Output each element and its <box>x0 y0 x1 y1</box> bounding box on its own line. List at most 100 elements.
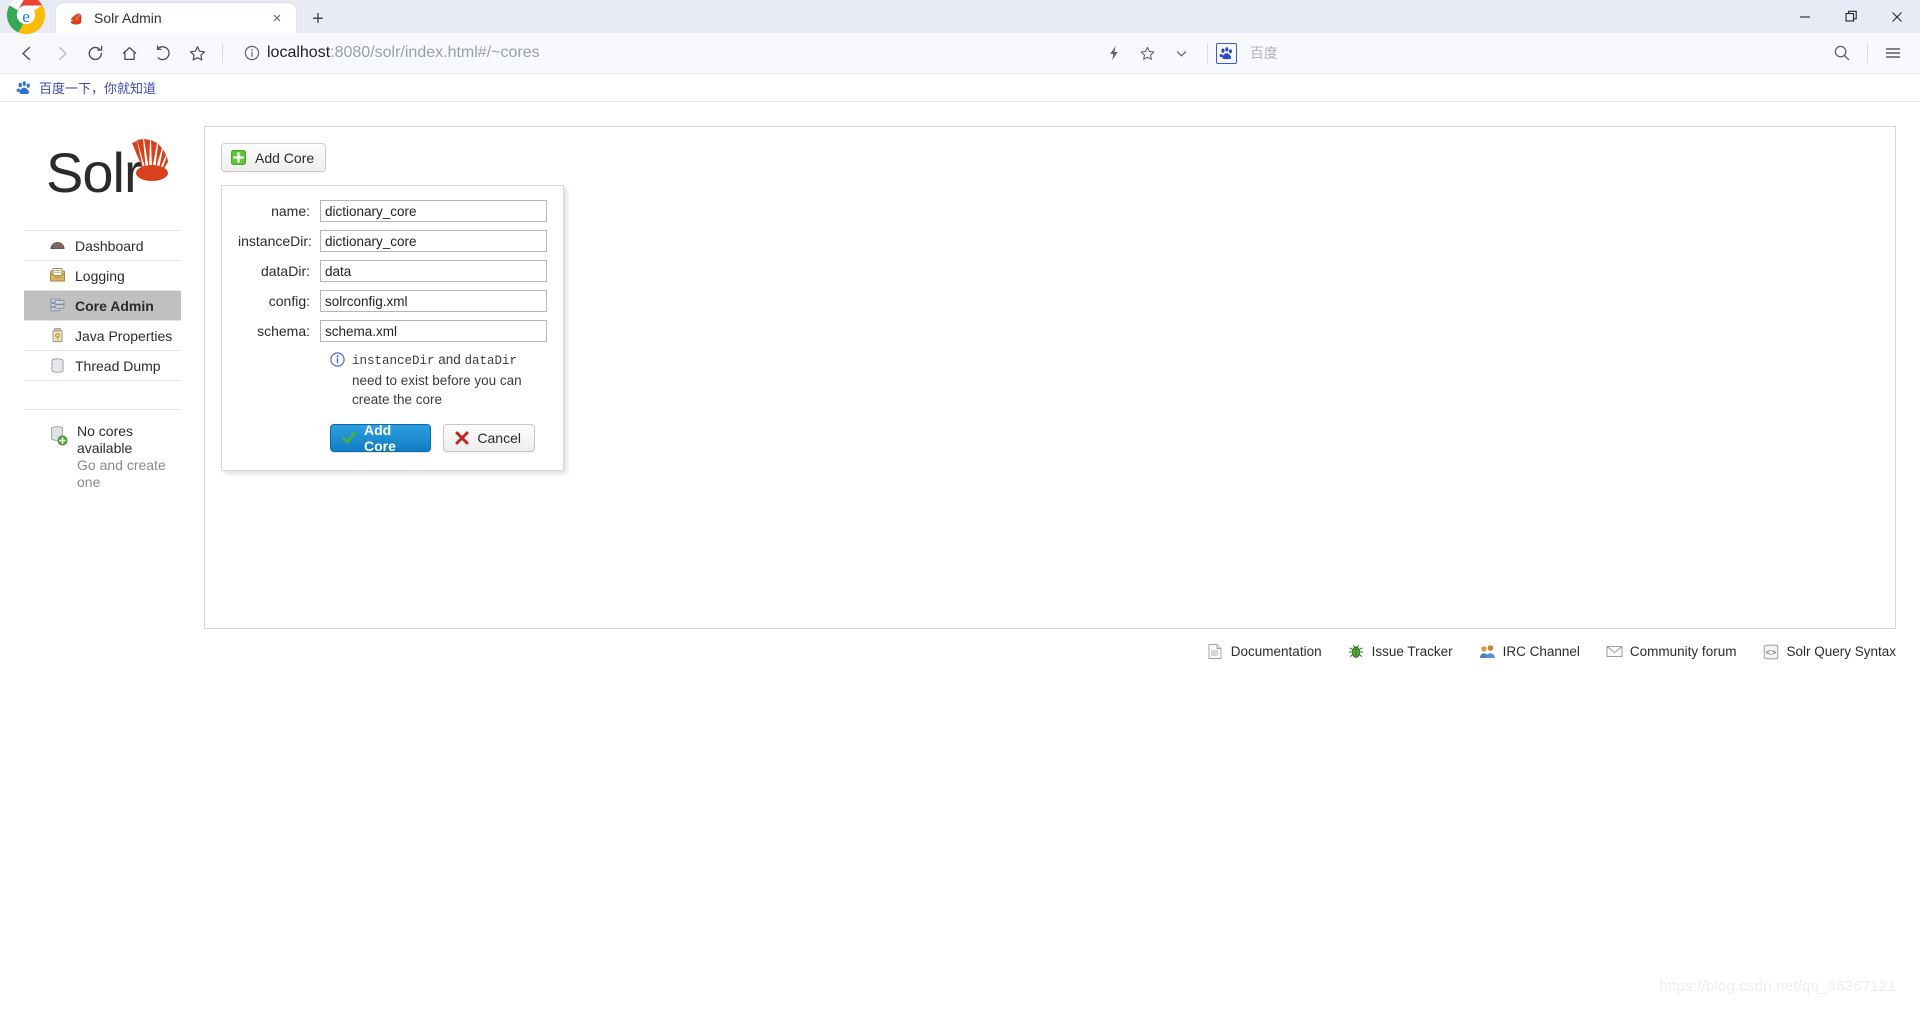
solr-admin-app: Solr Dashboard Logging Core Admin Java P… <box>0 102 1920 660</box>
reload-arrow-icon[interactable] <box>78 36 112 70</box>
window-controls <box>1782 0 1920 33</box>
browser-toolbar: localhost:8080/solr/index.html#/~cores 百… <box>0 33 1920 74</box>
footer-links: Documentation Issue Tracker IRC Channel … <box>181 629 1920 660</box>
hint-code-instancedir: instanceDir <box>352 354 435 368</box>
sidebar-item-logging[interactable]: Logging <box>24 261 181 291</box>
footer-link-label: Issue Tracker <box>1371 644 1453 659</box>
browser-tab-solr-admin[interactable]: Solr Admin × <box>56 3 296 33</box>
add-core-submit-label: Add Core <box>364 422 396 454</box>
hamburger-menu-icon[interactable] <box>1876 36 1910 70</box>
chevron-down-icon[interactable] <box>1165 36 1199 70</box>
bookmark-item[interactable]: 百度一下，你就知道 <box>10 76 162 99</box>
star-icon[interactable] <box>1131 36 1165 70</box>
browser-titlebar: e Solr Admin × + <box>0 0 1920 34</box>
form-row-instancedir: instanceDir: <box>238 230 547 252</box>
footer-link-documentation[interactable]: Documentation <box>1207 643 1322 660</box>
browser-logo-icon: e <box>6 0 50 39</box>
field-label-schema: schema: <box>257 323 310 339</box>
url-host: localhost <box>267 44 331 61</box>
toolbar-divider-3 <box>1867 43 1869 63</box>
field-label-config: config: <box>268 293 310 309</box>
schema-field[interactable] <box>320 320 547 342</box>
solr-logo[interactable]: Solr <box>46 136 181 208</box>
window-close-button[interactable] <box>1874 0 1920 33</box>
field-label-instancedir: instanceDir: <box>238 233 312 249</box>
bookmarks-bar: 百度一下，你就知道 <box>0 74 1920 102</box>
form-row-schema: schema: <box>238 320 547 342</box>
dashboard-icon <box>49 237 66 254</box>
sidebar: Solr Dashboard Logging Core Admin Java P… <box>24 126 181 660</box>
core-admin-icon <box>49 297 66 314</box>
window-minimize-button[interactable] <box>1782 0 1828 33</box>
address-bar[interactable]: localhost:8080/solr/index.html#/~cores <box>235 37 1093 69</box>
core-add-icon <box>49 425 68 446</box>
form-hint-text: instanceDir and dataDir need to exist be… <box>352 350 547 409</box>
tab-close-icon[interactable]: × <box>268 9 286 27</box>
add-core-toolbar-label: Add Core <box>255 149 315 166</box>
sidebar-item-core-admin[interactable]: Core Admin <box>24 291 181 321</box>
baidu-paw-icon <box>1217 44 1236 63</box>
add-core-toolbar-button[interactable]: Add Core <box>221 143 327 172</box>
sidebar-item-java-properties[interactable]: Java Properties <box>24 321 181 351</box>
sidebar-cores-status[interactable]: No cores available Go and create one <box>24 409 181 491</box>
hint-mid: and <box>434 352 465 367</box>
search-icon[interactable] <box>1825 36 1859 70</box>
info-circle-icon[interactable] <box>241 42 263 64</box>
sidebar-item-label: Dashboard <box>75 237 144 254</box>
url-path: :8080/solr/index.html#/~cores <box>330 44 540 61</box>
bookmark-star-icon[interactable] <box>180 36 214 70</box>
toolbar-divider <box>222 43 223 63</box>
new-tab-button[interactable]: + <box>302 5 334 33</box>
form-buttons: Add Core Cancel <box>330 422 547 454</box>
search-engine-label: 百度 <box>1249 45 1278 61</box>
hint-tail: need to exist before you can create the … <box>352 373 522 407</box>
instancedir-field[interactable] <box>320 230 547 252</box>
sidebar-item-label: Java Properties <box>75 327 173 344</box>
field-label-datadir: dataDir: <box>260 263 310 279</box>
form-hint: instanceDir and dataDir need to exist be… <box>330 350 547 409</box>
datadir-field[interactable] <box>320 260 547 282</box>
green-plus-icon <box>230 149 247 166</box>
config-field[interactable] <box>320 290 547 312</box>
cancel-label: Cancel <box>477 430 521 446</box>
footer-link-label: Documentation <box>1230 644 1322 659</box>
home-icon[interactable] <box>112 36 146 70</box>
cancel-button[interactable]: Cancel <box>443 424 535 452</box>
cores-status-subtitle: Go and create one <box>77 457 166 490</box>
solr-favicon <box>66 10 83 27</box>
window-restore-button[interactable] <box>1828 0 1874 33</box>
forward-arrow-icon[interactable] <box>44 36 78 70</box>
add-core-form: name: instanceDir: dataDir: conf <box>221 185 564 471</box>
add-core-submit-button[interactable]: Add Core <box>330 422 432 454</box>
envelope-icon <box>1606 643 1623 660</box>
java-properties-icon <box>49 327 66 344</box>
form-row-datadir: dataDir: <box>238 260 547 282</box>
footer-link-community-forum[interactable]: Community forum <box>1606 643 1737 660</box>
back-arrow-icon[interactable] <box>10 36 44 70</box>
footer-link-issue-tracker[interactable]: Issue Tracker <box>1348 643 1453 660</box>
red-x-icon <box>454 430 470 446</box>
sidebar-item-thread-dump[interactable]: Thread Dump <box>24 351 181 381</box>
history-back-icon[interactable] <box>146 36 180 70</box>
footer-link-solr-query-syntax[interactable]: <> Solr Query Syntax <box>1762 643 1896 660</box>
sidebar-item-label: Core Admin <box>75 297 154 314</box>
search-engine-chip[interactable] <box>1215 42 1237 64</box>
sidebar-menu: Dashboard Logging Core Admin Java Proper… <box>24 230 181 381</box>
bug-icon <box>1348 643 1365 660</box>
logging-icon <box>49 267 66 284</box>
browser-window: e Solr Admin × + localhost:8080/solr/ind… <box>0 0 1920 1009</box>
main-content-panel: Add Core name: instanceDir: dataDir: <box>204 126 1896 629</box>
lightning-icon[interactable] <box>1097 36 1131 70</box>
bookmark-label: 百度一下，你就知道 <box>39 81 157 96</box>
document-icon <box>1207 643 1224 660</box>
form-row-name: name: <box>238 200 547 222</box>
watermark-text: https://blog.csdn.net/qq_36367121 <box>1659 978 1896 995</box>
name-field[interactable] <box>320 200 547 222</box>
thread-dump-icon <box>49 357 66 374</box>
sidebar-item-dashboard[interactable]: Dashboard <box>24 231 181 261</box>
toolbar-right-cluster: 百度 <box>1097 36 1278 70</box>
footer-link-label: Community forum <box>1629 644 1737 659</box>
page-viewport: Solr Dashboard Logging Core Admin Java P… <box>0 102 1920 1009</box>
footer-link-irc-channel[interactable]: IRC Channel <box>1479 643 1580 660</box>
people-icon <box>1479 643 1496 660</box>
